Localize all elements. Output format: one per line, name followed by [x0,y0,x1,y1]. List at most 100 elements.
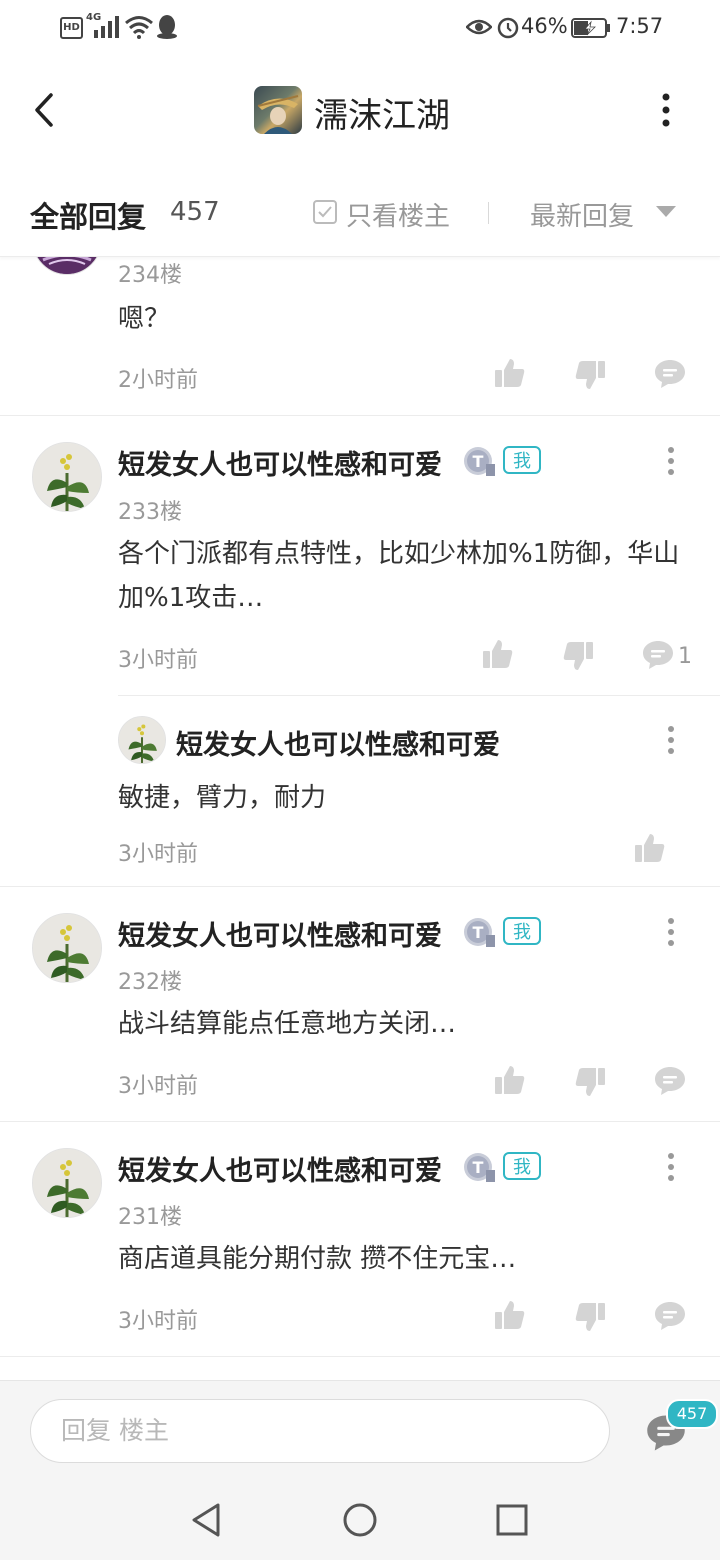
floor-number: 233楼 [118,500,182,525]
only-op-checkbox[interactable] [313,200,337,224]
thumbs-up-icon [495,1066,525,1094]
reply-bar: 回复 楼主 457 [0,1380,720,1481]
sub-reply-user-name[interactable]: 短发女人也可以性感和可爱 [176,723,500,762]
comment-button[interactable] [654,1300,686,1332]
comment-button[interactable] [654,358,686,390]
clock: 7:57 [616,14,664,38]
reply-time: 3小时前 [118,1074,198,1099]
thumbs-down-icon [575,1068,605,1096]
triangle-back-icon [192,1503,220,1537]
thumbs-up-icon [635,834,665,862]
reply-time: 3小时前 [118,1309,198,1334]
sub-reply-avatar[interactable] [118,716,166,764]
me-badge: 我 [503,1152,541,1180]
reply-filter-bar: 全部回复 457 只看楼主 最新回复 [0,166,720,257]
reply-content[interactable]: 商店道具能分期付款 攒不住元宝… [118,1237,688,1281]
like-button[interactable] [482,638,514,670]
all-replies-tab[interactable]: 全部回复 [30,194,146,236]
divider [488,202,489,224]
svg-text:T: T [473,1158,484,1177]
reply-content[interactable]: 战斗结算能点任意地方关闭… [118,1002,688,1046]
page-title[interactable]: 濡沫江湖 [314,88,450,137]
more-vertical-icon [668,918,674,946]
avatar[interactable] [32,913,102,983]
dislike-button[interactable] [574,1301,606,1333]
like-button[interactable] [494,1299,526,1331]
comment-button[interactable] [642,639,674,671]
sub-reply-content[interactable]: 敏捷，臂力，耐力 [118,776,688,820]
avatar[interactable] [32,442,102,512]
sub-reply-more-button[interactable] [666,725,676,755]
game-logo-icon[interactable] [254,86,302,134]
reply-input[interactable]: 回复 楼主 [30,1399,610,1463]
floor-number: 232楼 [118,970,182,995]
floor-number: 234楼 [118,263,182,288]
battery-percent: 46% [521,14,568,38]
thumbs-down-icon [563,642,593,670]
more-options-button[interactable] [666,1152,676,1182]
reply-count: 1 [678,644,692,669]
user-name[interactable]: 短发女人也可以性感和可爱 [118,914,442,953]
more-vertical-icon [668,1153,674,1181]
user-name[interactable]: 短发女人也可以性感和可爱 [118,443,442,482]
dislike-button[interactable] [562,640,594,672]
reply-content[interactable]: 各个门派都有点特性，比如少林加%1防御，华山加%1攻击… [118,532,688,620]
avatar[interactable] [32,257,102,275]
like-button[interactable] [494,1064,526,1096]
thumbs-up-icon [483,640,513,668]
back-button[interactable] [26,90,66,130]
like-button[interactable] [494,357,526,389]
caret-down-icon[interactable] [656,206,676,217]
only-op-toggle[interactable]: 只看楼主 [346,196,450,233]
reply-item: 短发女人也可以性感和可爱 T 我 233楼 各个门派都有点特性，比如少林加%1防… [0,416,720,886]
divider [118,695,720,696]
more-vertical-icon [668,726,674,754]
me-badge: 我 [503,917,541,945]
comment-icon [655,1067,685,1095]
avatar[interactable] [32,1148,102,1218]
sort-dropdown[interactable]: 最新回复 [530,196,634,233]
comment-icon [655,1302,685,1330]
comment-button[interactable] [654,1065,686,1097]
nav-home-button[interactable] [342,1502,378,1538]
more-options-button[interactable] [666,446,676,476]
battery-icon [571,18,611,38]
alarm-icon [496,15,520,39]
hd-indicator: HD [60,17,83,39]
sub-reply-like-button[interactable] [634,832,666,864]
user-level-icon: T [462,1150,496,1184]
more-vertical-icon [662,93,670,127]
user-name[interactable]: 短发女人也可以性感和可爱 [118,1149,442,1188]
divider [0,1356,720,1357]
sub-reply-time: 3小时前 [118,842,198,867]
status-bar: HD 4G 46% 7:57 [0,0,720,56]
all-replies-count: 457 [170,197,220,227]
circle-home-icon [343,1503,377,1537]
square-recents-icon [496,1504,528,1536]
dislike-button[interactable] [574,1066,606,1098]
thumbs-up-icon [495,1301,525,1329]
svg-text:T: T [473,452,484,471]
thumbs-down-icon [575,1303,605,1331]
reply-content[interactable]: 嗯？ [118,297,688,341]
user-level-icon: T [462,915,496,949]
check-icon [318,206,332,218]
system-nav-bar [0,1480,720,1560]
more-menu-button[interactable] [656,92,676,128]
reply-item: 短发女人也可以性感和可爱 T 我 232楼 战斗结算能点任意地方关闭… 3小时前 [0,887,720,1121]
nav-recents-button[interactable] [496,1504,528,1536]
reply-item: 短发女人也可以性感和可爱 T 我 231楼 商店道具能分期付款 攒不住元宝… 3… [0,1122,720,1356]
dislike-button[interactable] [574,359,606,391]
eye-icon [466,16,492,38]
comment-count-badge: 457 [666,1399,718,1429]
reply-item: 234楼 嗯？ 2小时前 [0,257,720,415]
user-level-icon: T [462,444,496,478]
header: 濡沫江湖 [0,56,720,167]
nav-back-button[interactable] [190,1502,222,1538]
more-options-button[interactable] [666,917,676,947]
comment-icon [643,641,673,669]
wifi-icon [124,15,154,39]
me-badge: 我 [503,446,541,474]
thumbs-up-icon [495,359,525,387]
more-vertical-icon [668,447,674,475]
